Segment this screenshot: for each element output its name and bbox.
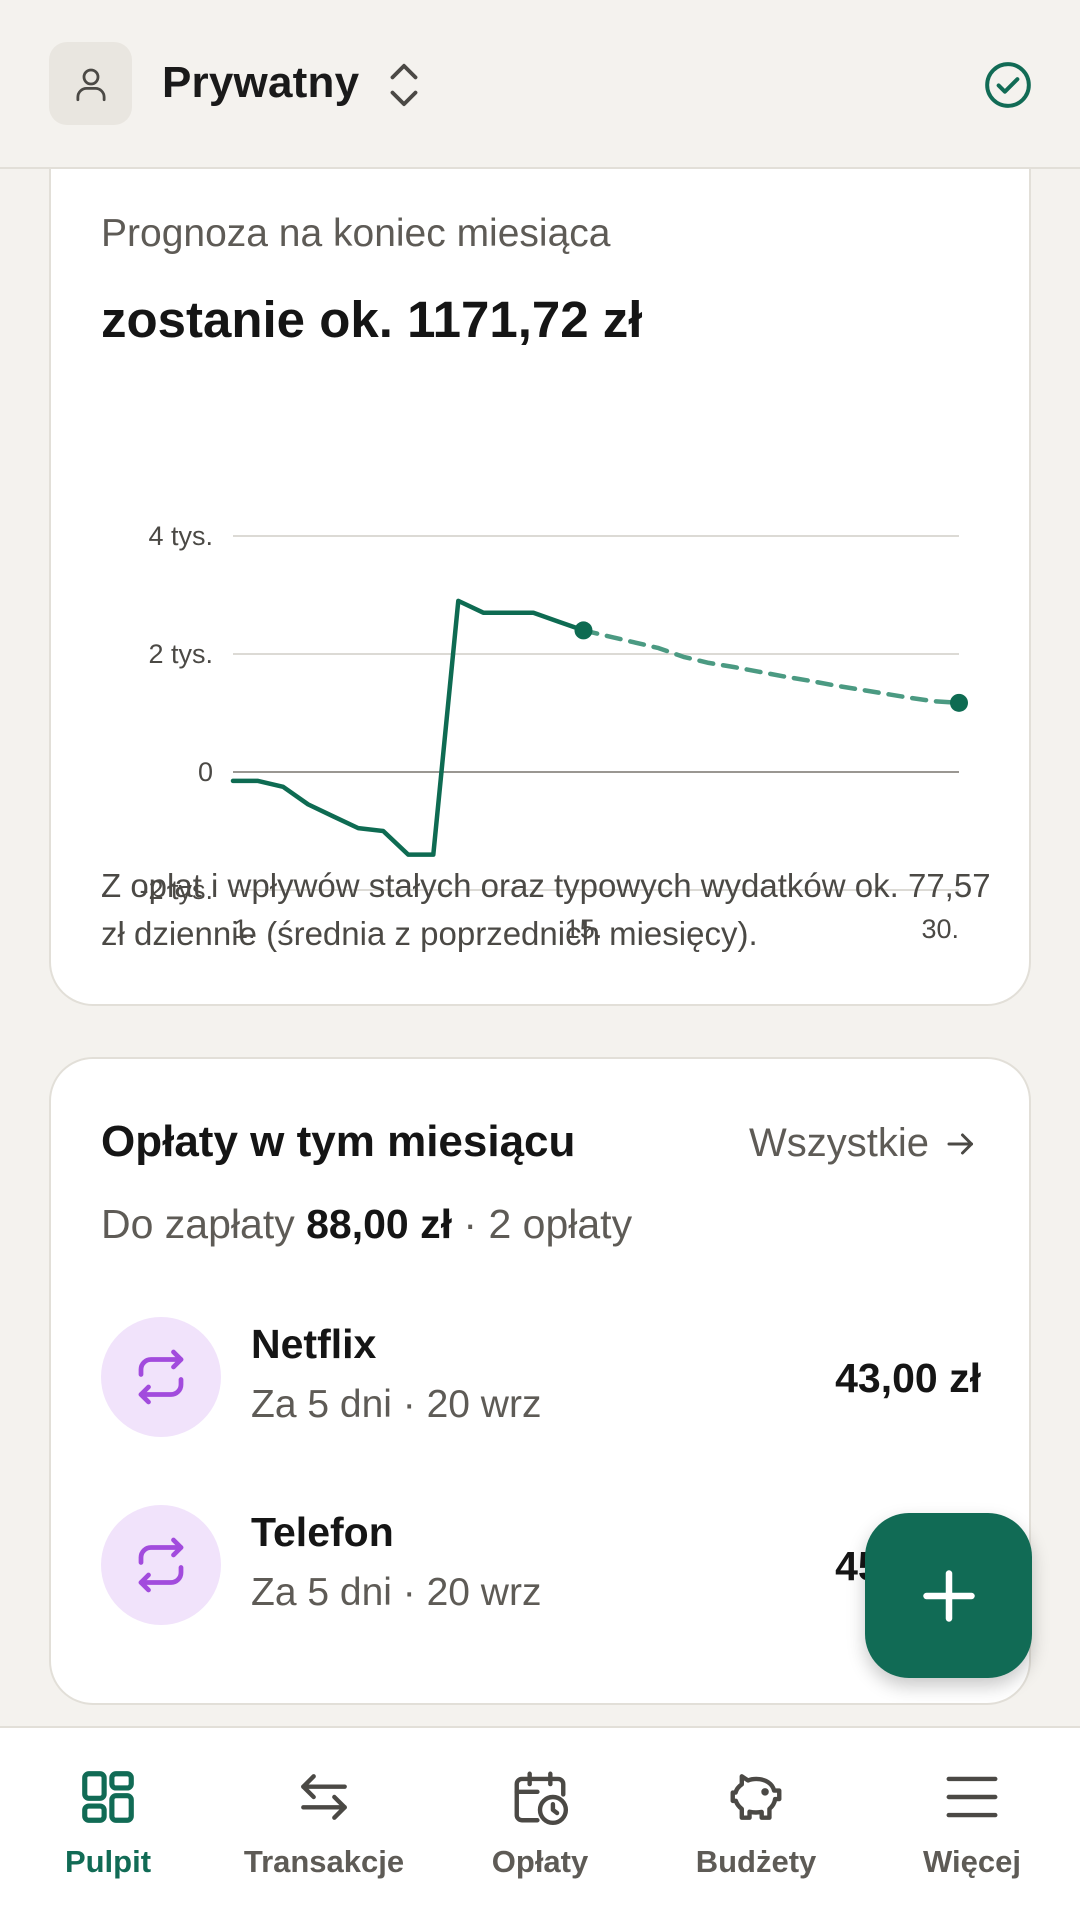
nav-item-oplaty[interactable]: Opłaty bbox=[432, 1728, 648, 1920]
nav-item-wiecej[interactable]: Więcej bbox=[864, 1728, 1080, 1920]
user-icon bbox=[75, 68, 106, 101]
nav-label: Opłaty bbox=[491, 1844, 589, 1879]
piggy-bank-icon bbox=[730, 1774, 782, 1820]
nav-label: Więcej bbox=[923, 1844, 1021, 1879]
nav-label: Transakcje bbox=[243, 1844, 405, 1879]
all-bills-link[interactable]: Wszystkie bbox=[749, 1121, 979, 1166]
forecast-card: Prognoza na koniec miesiąca zostanie ok.… bbox=[49, 120, 1031, 1006]
y-tick-label: 2 tys. bbox=[148, 639, 213, 669]
check-circle-icon[interactable] bbox=[983, 60, 1033, 110]
account-name[interactable]: Prywatny bbox=[162, 58, 359, 108]
nav-item-pulpit[interactable]: Pulpit bbox=[0, 1728, 216, 1920]
nav-item-transakcje[interactable]: Transakcje bbox=[216, 1728, 432, 1920]
bills-title: Opłaty w tym miesiącu bbox=[101, 1117, 576, 1166]
y-tick-label: 0 bbox=[198, 757, 213, 787]
top-bar: Prywatny bbox=[0, 0, 1080, 169]
menu-icon bbox=[946, 1776, 998, 1818]
bottom-navigation: Pulpit Transakcje Opłaty Budżety Więcej bbox=[0, 1726, 1080, 1920]
bills-summary: Do zapłaty 88,00 zł · 2 opłaty bbox=[101, 1201, 632, 1248]
bill-row-netflix[interactable]: Netflix Za 5 dni · 20 wrz 43,00 zł bbox=[101, 1317, 981, 1437]
repeat-icon bbox=[138, 1537, 184, 1593]
bills-summary-amount: 88,00 zł bbox=[306, 1201, 453, 1247]
forecast-note: Z opłat i wpływów stałych oraz typowych … bbox=[101, 867, 991, 952]
chevron-up-down-icon[interactable] bbox=[386, 62, 422, 108]
arrow-right-icon bbox=[947, 1133, 973, 1154]
bill-amount: 43,00 zł bbox=[835, 1355, 981, 1401]
data-point bbox=[950, 693, 968, 712]
repeat-icon bbox=[138, 1349, 184, 1405]
bill-due: Za 5 dni · 20 wrz bbox=[251, 1571, 542, 1614]
calendar-clock-icon bbox=[514, 1771, 569, 1826]
y-tick-label: 4 tys. bbox=[148, 521, 213, 551]
all-bills-label: Wszystkie bbox=[749, 1121, 929, 1165]
bill-due: Za 5 dni · 20 wrz bbox=[251, 1383, 542, 1426]
dashboard-icon bbox=[82, 1771, 134, 1823]
transfer-arrows-icon bbox=[301, 1774, 347, 1820]
bill-icon-bg bbox=[101, 1505, 221, 1625]
forecast-label: Prognoza na koniec miesiąca bbox=[101, 212, 611, 255]
bills-summary-suffix: · 2 opłaty bbox=[463, 1201, 633, 1247]
balance-line bbox=[230, 598, 586, 857]
plus-icon bbox=[922, 1569, 975, 1622]
bill-name: Telefon bbox=[251, 1509, 394, 1555]
bill-icon-bg bbox=[101, 1317, 221, 1437]
forecast-value: zostanie ok. 1171,72 zł bbox=[101, 291, 643, 348]
bill-name: Netflix bbox=[251, 1321, 377, 1367]
nav-item-budzety[interactable]: Budżety bbox=[648, 1728, 864, 1920]
nav-label: Budżety bbox=[695, 1844, 817, 1879]
add-button[interactable] bbox=[865, 1513, 1032, 1678]
screen: Prywatny Prognoza na koniec miesiąca zos… bbox=[0, 0, 1080, 1920]
nav-label: Pulpit bbox=[64, 1844, 152, 1879]
account-avatar-button[interactable] bbox=[49, 42, 132, 125]
bills-summary-prefix: Do zapłaty bbox=[101, 1201, 295, 1247]
data-point bbox=[574, 621, 593, 640]
bill-row-telefon[interactable]: Telefon Za 5 dni · 20 wrz 45,00 zł bbox=[101, 1505, 981, 1625]
forecast-line bbox=[581, 628, 962, 706]
